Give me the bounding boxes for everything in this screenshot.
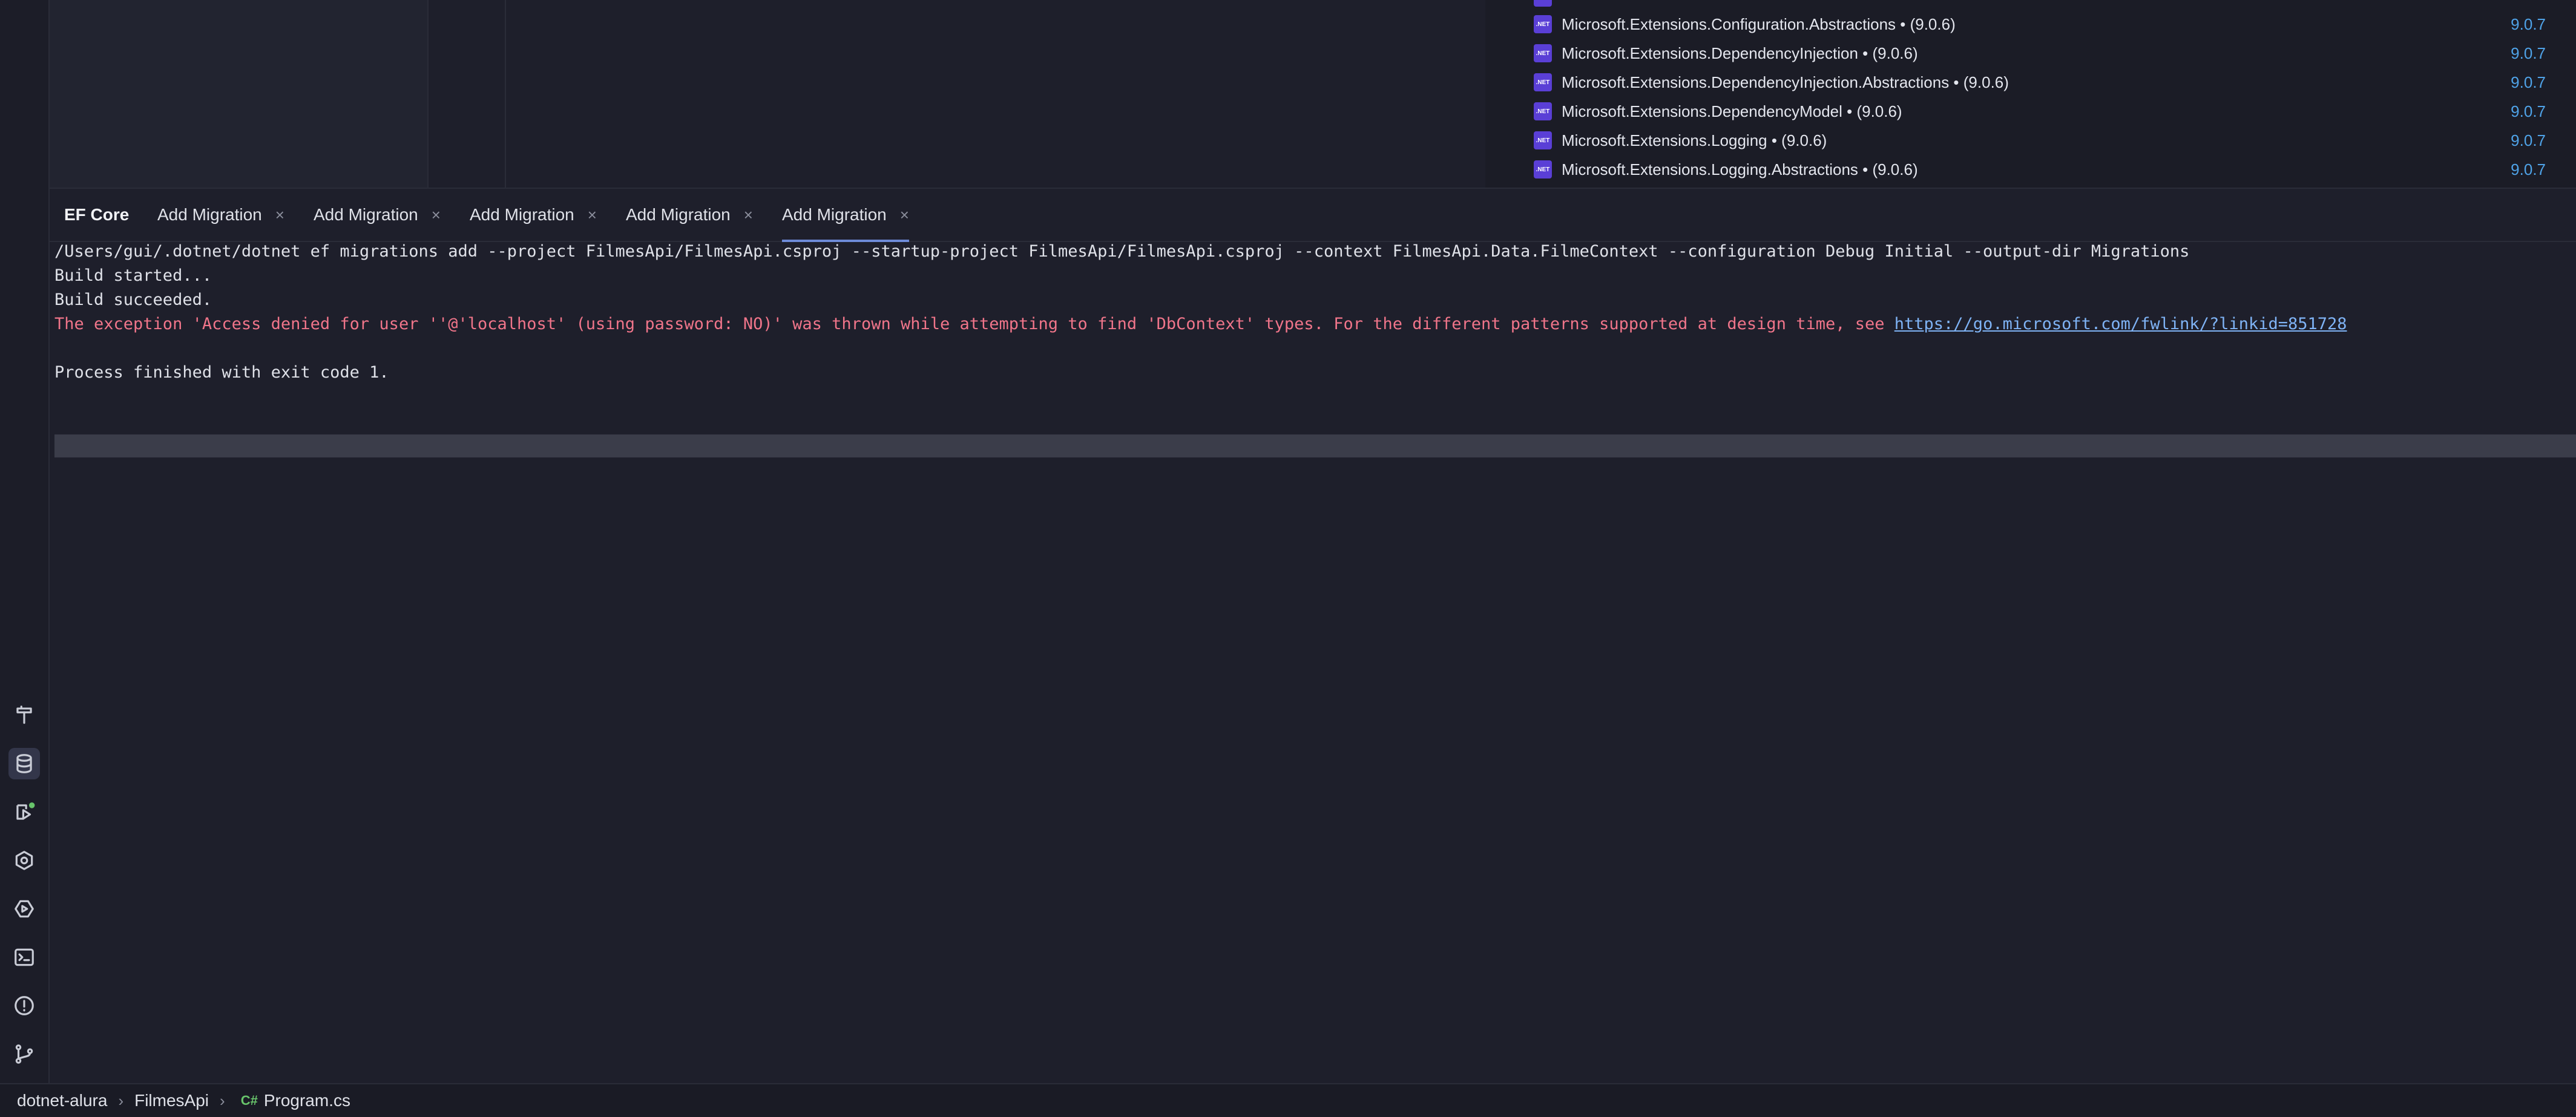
package-name: Microsoft.Extensions.DependencyInjection…: [1562, 73, 2009, 91]
error-message: The exception 'Access denied for user ''…: [54, 315, 1894, 333]
git-tool-button[interactable]: [8, 1038, 40, 1070]
project-tree-pane: [50, 0, 427, 188]
breadcrumb-project[interactable]: dotnet-alura: [17, 1091, 107, 1110]
console-input-cursor-row[interactable]: [54, 434, 2576, 457]
package-row[interactable]: .NET Microsoft.Extensions.Configuration.…: [1485, 10, 2576, 39]
status-bar: dotnet-alura › FilmesApi › C# Program.cs: [0, 1083, 2576, 1117]
editor-area: .NET .NET Microsoft.Extensions.Configura…: [50, 0, 2576, 188]
hammer-icon: [16, 706, 32, 724]
package-row[interactable]: .NET Microsoft.Extensions.Logging.Abstra…: [1485, 155, 2576, 184]
close-icon[interactable]: ×: [275, 206, 284, 224]
chevron-right-icon: ›: [118, 1091, 124, 1110]
package-name: Microsoft.Extensions.DependencyModel • (…: [1562, 102, 1902, 120]
package-latest-version[interactable]: 9.0.7: [2511, 73, 2546, 92]
console-error-line: The exception 'Access denied for user ''…: [54, 315, 2347, 333]
error-help-link[interactable]: https://go.microsoft.com/fwlink/?linkid=…: [1894, 315, 2347, 333]
package-name: Microsoft.Extensions.Configuration.Abstr…: [1562, 15, 1956, 33]
console-output[interactable]: /Users/gui/.dotnet/dotnet ef migrations …: [50, 242, 2576, 1082]
tab-add-migration[interactable]: Add Migration ×: [157, 189, 284, 241]
tab-add-migration[interactable]: Add Migration ×: [626, 189, 753, 241]
tab-ef-core[interactable]: EF Core: [64, 189, 129, 241]
dotnet-package-icon: .NET: [1534, 0, 1552, 7]
tab-label: EF Core: [64, 205, 130, 224]
close-icon[interactable]: ×: [744, 206, 753, 224]
breadcrumb-folder[interactable]: FilmesApi: [134, 1091, 209, 1110]
run-tool-button[interactable]: [8, 796, 40, 828]
package-name: Microsoft.Extensions.Logging • (9.0.6): [1562, 131, 1827, 149]
tool-window-tabs: EF Core Add Migration × Add Migration × …: [50, 189, 2576, 242]
editor-gutter-divider: [505, 0, 506, 188]
package-latest-version[interactable]: 9.0.7: [2511, 102, 2546, 121]
dotnet-package-icon: .NET: [1534, 15, 1552, 33]
console-exit-line: Process finished with exit code 1.: [54, 363, 389, 382]
close-icon[interactable]: ×: [900, 206, 909, 224]
package-latest-version[interactable]: 9.0.7: [2511, 44, 2546, 63]
tool-strip: [0, 0, 50, 1083]
package-latest-version[interactable]: 9.0.7: [2511, 160, 2546, 179]
close-icon[interactable]: ×: [432, 206, 441, 224]
dotnet-package-icon: .NET: [1534, 73, 1552, 91]
tab-label: Add Migration: [782, 205, 887, 224]
database-icon: [16, 754, 32, 773]
close-icon[interactable]: ×: [588, 206, 597, 224]
tab-label: Add Migration: [314, 205, 418, 224]
package-row[interactable]: .NET Microsoft.Extensions.DependencyMode…: [1485, 97, 2576, 126]
package-latest-version[interactable]: 9.0.7: [2511, 15, 2546, 34]
nuget-packages-list: .NET .NET Microsoft.Extensions.Configura…: [1485, 0, 2576, 188]
console-command-line: /Users/gui/.dotnet/dotnet ef migrations …: [54, 242, 2190, 261]
tab-label: Add Migration: [626, 205, 731, 224]
package-row[interactable]: .NET Microsoft.Extensions.DependencyInje…: [1485, 39, 2576, 68]
dotnet-package-icon: .NET: [1534, 131, 1552, 149]
console-build-succeeded: Build succeeded.: [54, 290, 212, 309]
package-name: Microsoft.Extensions.Logging.Abstraction…: [1562, 160, 1918, 179]
dotnet-package-icon: .NET: [1534, 160, 1552, 179]
tab-label: Add Migration: [470, 205, 574, 224]
breadcrumb-file[interactable]: Program.cs: [264, 1091, 350, 1110]
play-circle-icon: [15, 900, 34, 918]
tab-add-migration[interactable]: Add Migration ×: [314, 189, 441, 241]
console-build-started: Build started...: [54, 266, 212, 285]
terminal-icon: [15, 948, 34, 966]
build-tool-button[interactable]: [8, 699, 40, 731]
database-tool-button[interactable]: [8, 748, 40, 779]
tab-add-migration-active[interactable]: Add Migration ×: [782, 189, 909, 242]
problems-icon: [15, 996, 34, 1015]
tab-add-migration[interactable]: Add Migration ×: [470, 189, 597, 241]
tab-label: Add Migration: [157, 205, 262, 224]
dotnet-package-icon: .NET: [1534, 44, 1552, 62]
package-latest-version[interactable]: 9.0.7: [2511, 131, 2546, 150]
dotnet-package-icon: .NET: [1534, 102, 1552, 120]
chevron-right-icon: ›: [220, 1091, 225, 1110]
services-tool-button[interactable]: [8, 845, 40, 876]
run-icon: [16, 802, 35, 820]
services-icon: [15, 851, 33, 870]
package-row[interactable]: .NET Microsoft.Extensions.Logging • (9.0…: [1485, 126, 2576, 155]
pane-divider: [427, 0, 429, 188]
csharp-file-icon: C#: [240, 1093, 258, 1108]
debug-tool-button[interactable]: [8, 893, 40, 925]
package-row[interactable]: .NET Microsoft.Extensions.DependencyInje…: [1485, 68, 2576, 97]
package-name: Microsoft.Extensions.DependencyInjection…: [1562, 44, 1918, 62]
git-icon: [15, 1044, 33, 1064]
problems-tool-button[interactable]: [8, 990, 40, 1021]
terminal-tool-button[interactable]: [8, 942, 40, 973]
